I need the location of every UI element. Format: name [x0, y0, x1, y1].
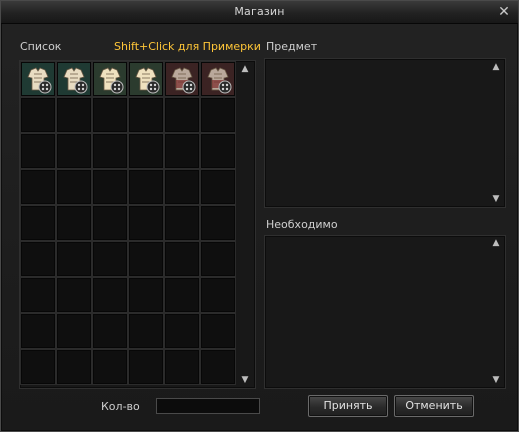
empty-slot[interactable]	[128, 313, 164, 349]
empty-slot[interactable]	[200, 133, 236, 169]
required-scroll-up-icon[interactable]: ▲	[491, 238, 501, 248]
empty-slot[interactable]	[56, 313, 92, 349]
list-label: Список	[20, 40, 62, 53]
armor-icon	[23, 64, 53, 94]
armor-icon	[95, 64, 125, 94]
empty-slot[interactable]	[92, 349, 128, 385]
empty-slot[interactable]	[56, 97, 92, 133]
empty-slot[interactable]	[164, 277, 200, 313]
empty-slot[interactable]	[200, 241, 236, 277]
item-armor-set-4[interactable]	[128, 61, 164, 97]
empty-slot[interactable]	[128, 277, 164, 313]
empty-slot[interactable]	[164, 349, 200, 385]
empty-slot[interactable]	[128, 241, 164, 277]
empty-slot[interactable]	[20, 97, 56, 133]
empty-slot[interactable]	[164, 241, 200, 277]
empty-slot[interactable]	[20, 313, 56, 349]
armor-icon	[59, 64, 89, 94]
empty-slot[interactable]	[20, 205, 56, 241]
empty-slot[interactable]	[92, 313, 128, 349]
empty-slot[interactable]	[128, 349, 164, 385]
empty-slot[interactable]	[128, 97, 164, 133]
quantity-input[interactable]	[156, 398, 260, 414]
item-armor-set-6[interactable]	[200, 61, 236, 97]
empty-slot[interactable]	[128, 133, 164, 169]
armor-icon	[203, 64, 233, 94]
empty-slot[interactable]	[92, 205, 128, 241]
cancel-button[interactable]: Отменить	[394, 395, 474, 417]
empty-slot[interactable]	[92, 169, 128, 205]
empty-slot[interactable]	[92, 97, 128, 133]
empty-slot[interactable]	[164, 133, 200, 169]
item-armor-set-5[interactable]	[164, 61, 200, 97]
title-bar[interactable]: Магазин ✕	[1, 1, 518, 24]
empty-slot[interactable]	[20, 349, 56, 385]
details-scroll-down-icon[interactable]: ▼	[491, 194, 501, 204]
empty-slot[interactable]	[164, 313, 200, 349]
required-label: Необходимо	[266, 218, 338, 231]
empty-slot[interactable]	[200, 349, 236, 385]
close-icon[interactable]: ✕	[496, 4, 512, 20]
item-label: Предмет	[266, 40, 318, 53]
armor-icon	[167, 64, 197, 94]
accept-button[interactable]: Принять	[308, 395, 388, 417]
empty-slot[interactable]	[200, 313, 236, 349]
empty-slot[interactable]	[20, 169, 56, 205]
empty-slot[interactable]	[92, 133, 128, 169]
item-details-panel	[264, 58, 506, 208]
list-scroll-up-icon[interactable]: ▲	[240, 64, 250, 74]
empty-slot[interactable]	[200, 169, 236, 205]
empty-slot[interactable]	[56, 205, 92, 241]
empty-slot[interactable]	[56, 241, 92, 277]
empty-slot[interactable]	[20, 277, 56, 313]
required-panel	[264, 235, 506, 389]
empty-slot[interactable]	[56, 133, 92, 169]
item-armor-set-3[interactable]	[92, 61, 128, 97]
empty-slot[interactable]	[128, 169, 164, 205]
empty-slot[interactable]	[200, 97, 236, 133]
armor-icon	[131, 64, 161, 94]
quantity-label: Кол-во	[101, 400, 140, 413]
empty-slot[interactable]	[56, 277, 92, 313]
item-armor-set-2[interactable]	[56, 61, 92, 97]
empty-slot[interactable]	[56, 349, 92, 385]
item-armor-set-1[interactable]	[20, 61, 56, 97]
empty-slot[interactable]	[20, 133, 56, 169]
item-grid	[20, 61, 236, 385]
required-scroll-down-icon[interactable]: ▼	[491, 375, 501, 385]
details-scroll-up-icon[interactable]: ▲	[491, 62, 501, 72]
empty-slot[interactable]	[92, 277, 128, 313]
list-scroll-down-icon[interactable]: ▼	[240, 375, 250, 385]
empty-slot[interactable]	[92, 241, 128, 277]
empty-slot[interactable]	[200, 205, 236, 241]
empty-slot[interactable]	[164, 205, 200, 241]
empty-slot[interactable]	[164, 97, 200, 133]
try-on-hint: Shift+Click для Примерки	[114, 40, 261, 53]
shop-window: Магазин ✕ Список Shift+Click для Примерк…	[0, 0, 519, 432]
empty-slot[interactable]	[56, 169, 92, 205]
empty-slot[interactable]	[20, 241, 56, 277]
empty-slot[interactable]	[200, 277, 236, 313]
empty-slot[interactable]	[128, 205, 164, 241]
window-title: Магазин	[234, 5, 285, 18]
empty-slot[interactable]	[164, 169, 200, 205]
